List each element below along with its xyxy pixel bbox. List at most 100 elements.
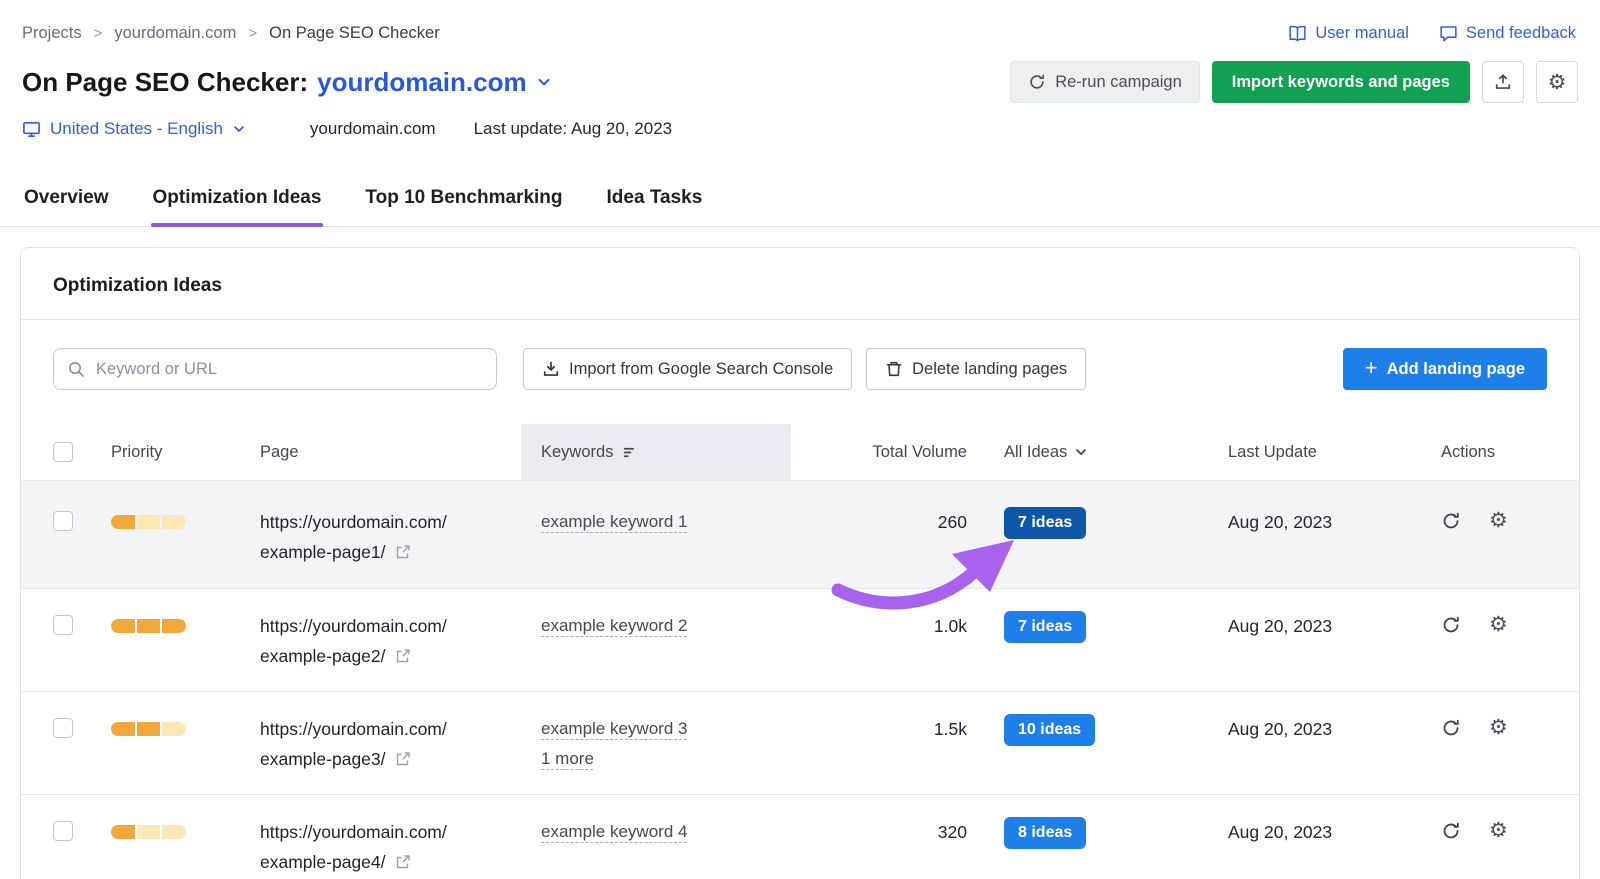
row-checkbox[interactable] xyxy=(53,718,73,738)
external-link-icon[interactable] xyxy=(395,648,411,664)
search-icon xyxy=(67,360,85,378)
row-settings-button[interactable]: ⚙ xyxy=(1489,820,1508,841)
send-feedback-label: Send feedback xyxy=(1465,24,1576,42)
gear-icon: ⚙ xyxy=(1489,612,1508,636)
user-manual-link[interactable]: User manual xyxy=(1288,24,1409,43)
chevron-down-icon xyxy=(1074,445,1088,459)
download-icon xyxy=(542,360,560,378)
trash-icon xyxy=(885,360,903,378)
breadcrumb-domain[interactable]: yourdomain.com xyxy=(114,24,236,43)
row-checkbox[interactable] xyxy=(53,821,73,841)
column-header-total-volume: Total Volume xyxy=(872,442,967,461)
table-row: https://yourdomain.com/ example-page4/ e… xyxy=(21,795,1579,879)
breadcrumb-current: On Page SEO Checker xyxy=(269,24,440,42)
panel-header: Optimization Ideas xyxy=(21,248,1579,320)
add-landing-page-button[interactable]: + Add landing page xyxy=(1342,348,1547,390)
column-header-actions: Actions xyxy=(1441,442,1496,461)
page-url-line1: https://yourdomain.com/ xyxy=(260,822,447,842)
table-row: https://yourdomain.com/ example-page2/ e… xyxy=(21,589,1579,692)
tab-overview[interactable]: Overview xyxy=(22,179,111,226)
select-all-checkbox[interactable] xyxy=(53,442,73,462)
ideas-count-button[interactable]: 10 ideas xyxy=(1004,714,1096,746)
total-volume-cell: 320 xyxy=(937,822,967,842)
user-manual-label: User manual xyxy=(1315,24,1409,42)
external-link-icon[interactable] xyxy=(395,544,411,560)
page-url-cell: https://yourdomain.com/ example-page1/ xyxy=(260,507,521,567)
refresh-icon xyxy=(1441,821,1461,841)
plus-icon: + xyxy=(1364,355,1378,380)
sort-icon xyxy=(622,444,639,461)
tab-bar: Overview Optimization Ideas Top 10 Bench… xyxy=(0,179,1600,227)
page-url-line1: https://yourdomain.com/ xyxy=(260,616,447,636)
ideas-count-button[interactable]: 7 ideas xyxy=(1004,507,1087,539)
page-header: On Page SEO Checker: yourdomain.com Re-r… xyxy=(0,61,1600,103)
campaign-domain: yourdomain.com xyxy=(309,119,436,138)
total-volume-cell: 1.5k xyxy=(933,719,967,739)
locale-selector[interactable]: United States - English xyxy=(22,119,246,139)
page-url-cell: https://yourdomain.com/ example-page2/ xyxy=(260,611,521,671)
table-row: https://yourdomain.com/ example-page3/ e… xyxy=(21,692,1579,795)
external-link-icon[interactable] xyxy=(395,854,411,870)
rerun-campaign-label: Re-run campaign xyxy=(1055,72,1182,91)
page-url-cell: https://yourdomain.com/ example-page4/ xyxy=(260,817,521,877)
column-header-keywords[interactable]: Keywords xyxy=(521,424,791,480)
last-update-cell: Aug 20, 2023 xyxy=(1228,616,1333,636)
send-feedback-link[interactable]: Send feedback xyxy=(1439,24,1576,43)
breadcrumb-separator-icon: > xyxy=(248,25,258,42)
tab-optimization-ideas[interactable]: Optimization Ideas xyxy=(150,179,324,227)
last-update-cell: Aug 20, 2023 xyxy=(1228,512,1333,532)
breadcrumb: Projects > yourdomain.com > On Page SEO … xyxy=(22,24,440,43)
locale-label: United States - English xyxy=(50,119,223,138)
panel-title: Optimization Ideas xyxy=(53,275,222,296)
page-url-line2: example-page3/ xyxy=(260,749,386,769)
export-button[interactable] xyxy=(1482,61,1524,103)
delete-pages-button[interactable]: Delete landing pages xyxy=(866,348,1087,390)
external-link-icon[interactable] xyxy=(395,751,411,767)
row-checkbox[interactable] xyxy=(53,615,73,635)
row-checkbox[interactable] xyxy=(53,511,73,531)
priority-bar xyxy=(111,619,186,633)
chevron-down-icon[interactable] xyxy=(536,74,552,90)
import-keywords-button[interactable]: Import keywords and pages xyxy=(1211,61,1470,103)
ideas-count-button[interactable]: 7 ideas xyxy=(1004,611,1087,643)
column-header-page: Page xyxy=(260,442,299,461)
total-volume-cell: 260 xyxy=(937,512,967,532)
priority-bar xyxy=(111,722,186,736)
upload-icon xyxy=(1494,73,1512,91)
page-url-cell: https://yourdomain.com/ example-page3/ xyxy=(260,714,521,774)
ideas-count-button[interactable]: 8 ideas xyxy=(1004,817,1087,849)
breadcrumb-projects[interactable]: Projects xyxy=(22,24,82,43)
row-settings-button[interactable]: ⚙ xyxy=(1489,717,1508,738)
tab-idea-tasks[interactable]: Idea Tasks xyxy=(605,179,705,226)
speech-bubble-icon xyxy=(1439,24,1458,43)
table-header-row: Priority Page Keywords Total Volume All … xyxy=(21,424,1579,481)
chevron-down-icon xyxy=(232,122,246,136)
page-title-text: On Page SEO Checker: xyxy=(22,66,309,97)
book-icon xyxy=(1288,24,1307,43)
row-refresh-button[interactable] xyxy=(1441,718,1461,738)
last-update-cell: Aug 20, 2023 xyxy=(1228,822,1333,842)
more-keywords-link[interactable]: 1 more xyxy=(541,744,594,774)
rerun-campaign-button[interactable]: Re-run campaign xyxy=(1010,61,1200,103)
table-row: https://yourdomain.com/ example-page1/ e… xyxy=(21,481,1579,589)
row-refresh-button[interactable] xyxy=(1441,615,1461,635)
tab-top10-benchmarking[interactable]: Top 10 Benchmarking xyxy=(363,179,564,226)
row-settings-button[interactable]: ⚙ xyxy=(1489,510,1508,531)
page-title: On Page SEO Checker: yourdomain.com xyxy=(22,67,552,98)
row-refresh-button[interactable] xyxy=(1441,511,1461,531)
gear-icon: ⚙ xyxy=(1489,715,1508,739)
project-domain-dropdown[interactable]: yourdomain.com xyxy=(317,67,526,98)
header-checkbox-cell xyxy=(53,424,111,480)
search-input[interactable] xyxy=(53,348,497,390)
keyword-link[interactable]: example keyword 3 xyxy=(541,719,687,738)
column-header-all-ideas[interactable]: All Ideas xyxy=(987,424,1211,480)
keyword-link[interactable]: example keyword 1 xyxy=(541,512,687,531)
gear-icon: ⚙ xyxy=(1489,508,1508,532)
keyword-link[interactable]: example keyword 2 xyxy=(541,616,687,635)
add-landing-page-label: Add landing page xyxy=(1386,359,1525,378)
row-refresh-button[interactable] xyxy=(1441,821,1461,841)
settings-button[interactable]: ⚙ xyxy=(1536,61,1578,103)
row-settings-button[interactable]: ⚙ xyxy=(1489,614,1508,635)
import-gsc-button[interactable]: Import from Google Search Console xyxy=(523,348,853,390)
keyword-link[interactable]: example keyword 4 xyxy=(541,822,687,841)
